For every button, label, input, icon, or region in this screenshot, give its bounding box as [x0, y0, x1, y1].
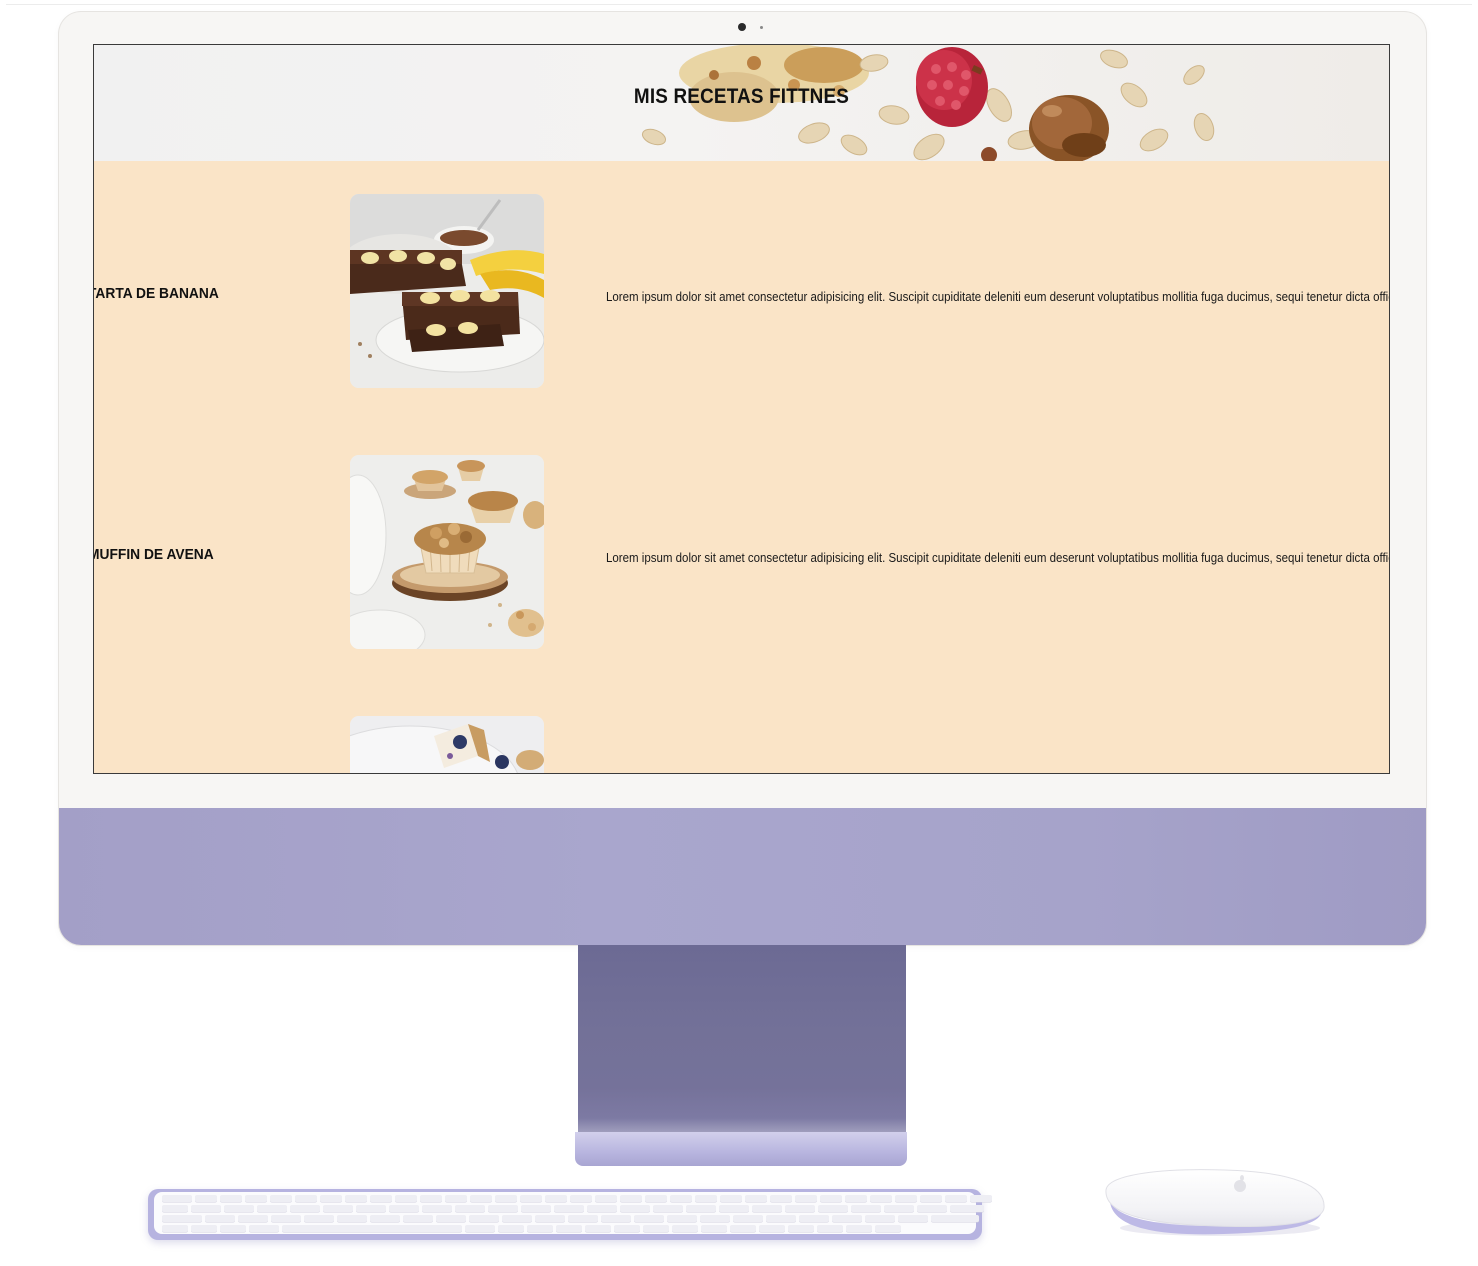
key-row [162, 1205, 984, 1212]
monitor-stand [578, 945, 906, 1135]
keyboard [148, 1189, 992, 1240]
recipe-card[interactable]: TARTA DE BANANA Lorem ipsum dolor sit am… [94, 194, 1389, 390]
magic-mouse [1104, 1168, 1326, 1238]
recipe-description: Lorem ipsum dolor sit amet consectetur a… [606, 551, 1390, 565]
recipe-card[interactable] [94, 716, 1389, 773]
key-row [162, 1195, 992, 1202]
header-banner: MIS RECETAS FITTNES [94, 45, 1389, 161]
camera-icon [738, 23, 746, 31]
website-screen[interactable]: MIS RECETAS FITTNES TARTA DE BANANA Lore… [93, 44, 1390, 774]
monitor-chin [59, 808, 1426, 945]
key-row [162, 1215, 979, 1222]
recipe-description: Lorem ipsum dolor sit amet consectetur a… [606, 290, 1390, 304]
yogurt-bar-image [350, 716, 544, 773]
key-row [162, 1225, 901, 1232]
banana-cake-image [350, 194, 544, 388]
recipe-name: MUFFIN DE AVENA [93, 546, 214, 563]
stand-base [575, 1132, 907, 1166]
recipe-name: TARTA DE BANANA [93, 285, 219, 302]
oat-muffin-image [350, 455, 544, 649]
recipe-card[interactable]: MUFFIN DE AVENA Lorem ipsum dolor sit am… [94, 455, 1389, 651]
keyboard-keys-area [154, 1192, 992, 1234]
camera-sensor-icon [760, 26, 763, 29]
page-title: MIS RECETAS FITTNES [633, 85, 850, 108]
